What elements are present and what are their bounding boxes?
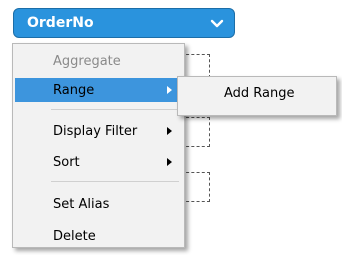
submenu-arrow-icon <box>167 158 172 166</box>
menu-item-label: Display Filter <box>53 123 138 139</box>
field-chip-label: OrderNo <box>27 15 94 31</box>
menu-separator <box>51 181 179 182</box>
menu-item-label: Delete <box>53 228 96 244</box>
menu-item-aggregate[interactable]: Aggregate <box>15 49 182 73</box>
range-submenu: Add Range <box>177 76 337 116</box>
menu-item-set-alias[interactable]: Set Alias <box>15 192 182 216</box>
context-menu: Aggregate Range Display Filter Sort Set … <box>12 43 185 248</box>
menu-item-display-filter[interactable]: Display Filter <box>15 119 182 143</box>
field-chip-orderno[interactable]: OrderNo <box>13 8 235 38</box>
submenu-arrow-icon <box>167 127 172 135</box>
menu-item-delete[interactable]: Delete <box>15 224 182 248</box>
menu-item-sort[interactable]: Sort <box>15 150 182 174</box>
menu-item-range[interactable]: Range <box>15 78 182 102</box>
menu-item-label: Aggregate <box>53 53 121 69</box>
chevron-down-icon[interactable] <box>210 17 224 31</box>
menu-item-label: Range <box>53 82 95 98</box>
canvas: OrderNo Aggregate Range Display Filter S… <box>0 0 342 255</box>
menu-item-label: Set Alias <box>53 196 110 212</box>
menu-separator <box>51 109 179 110</box>
submenu-arrow-icon <box>167 86 172 94</box>
menu-item-label: Add Range <box>224 85 295 101</box>
menu-item-label: Sort <box>53 154 80 170</box>
menu-item-add-range[interactable]: Add Range <box>180 81 334 105</box>
